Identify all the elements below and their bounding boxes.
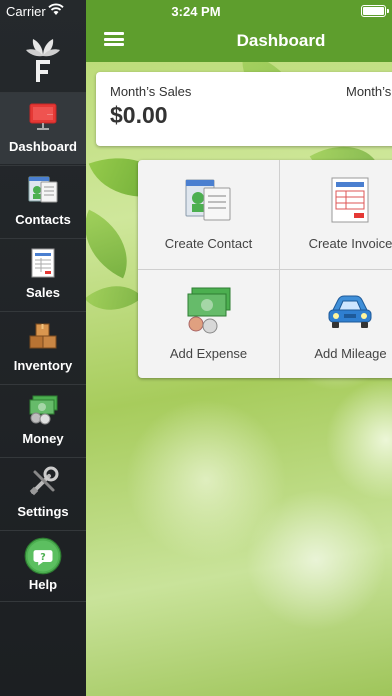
- main-content: Dashboard Month’s Sales $0.00 Month’s Cr…: [86, 0, 392, 696]
- months-sales-value: $0.00: [110, 102, 168, 128]
- settings-icon: [29, 466, 59, 496]
- add-mileage-icon: [328, 295, 372, 328]
- status-bar: Carrier 3:24 PM: [0, 0, 392, 22]
- svg-text:?: ?: [40, 552, 46, 563]
- sales-summary-card: Month’s Sales $0.00 Month’s: [96, 72, 392, 146]
- quick-actions-grid: Create Contact Create Invoice Add Expens…: [138, 160, 392, 378]
- tile-label: Create Invoice: [308, 236, 392, 251]
- sidebar-item-label: Dashboard: [9, 139, 77, 154]
- sidebar-item-contacts[interactable]: Contacts: [0, 165, 86, 237]
- months-second-label: Month’s: [346, 84, 392, 99]
- leaf-decoration: [86, 209, 144, 279]
- leaf-decoration: [86, 269, 143, 327]
- sidebar: … Dashboard Contacts Sales Inventory Mon…: [0, 0, 86, 696]
- sidebar-item-label: Sales: [26, 285, 60, 300]
- tile-label: Create Contact: [164, 236, 253, 251]
- tile-label: Add Expense: [169, 346, 248, 361]
- create-contact-icon: [185, 179, 231, 221]
- sidebar-item-inventory[interactable]: Inventory: [0, 311, 86, 383]
- sales-icon: [31, 248, 55, 278]
- inventory-icon: [29, 323, 57, 349]
- money-icon: [29, 395, 58, 425]
- sidebar-item-sales[interactable]: Sales: [0, 238, 86, 310]
- add-mileage-button[interactable]: Add Mileage: [280, 270, 392, 379]
- sidebar-item-label: Settings: [17, 504, 69, 519]
- app-logo-icon: [26, 39, 60, 82]
- contacts-icon: [28, 176, 58, 203]
- sidebar-item-dashboard[interactable]: … Dashboard: [0, 92, 86, 164]
- sidebar-item-money[interactable]: Money: [0, 384, 86, 456]
- create-contact-button[interactable]: Create Contact: [138, 160, 279, 269]
- sidebar-item-label: Inventory: [13, 358, 73, 373]
- clock: 3:24 PM: [171, 4, 221, 19]
- tile-label: Add Mileage: [314, 346, 387, 361]
- add-expense-button[interactable]: Add Expense: [138, 270, 279, 379]
- sidebar-item-label: Contacts: [15, 212, 71, 227]
- sidebar-item-help[interactable]: ? Help: [0, 530, 86, 602]
- help-icon: ?: [24, 537, 62, 575]
- create-invoice-button[interactable]: Create Invoice: [280, 160, 392, 269]
- battery-icon: [361, 5, 389, 17]
- menu-icon[interactable]: [104, 32, 124, 46]
- sidebar-item-label: Help: [28, 577, 58, 592]
- page-title: Dashboard: [236, 31, 326, 50]
- dashboard-icon: …: [29, 103, 57, 130]
- add-expense-icon: [187, 287, 231, 334]
- months-sales-label: Month’s Sales: [110, 84, 192, 99]
- sidebar-item-label: Money: [22, 431, 64, 446]
- sidebar-item-settings[interactable]: Settings: [0, 457, 86, 529]
- svg-text:…: …: [47, 110, 53, 117]
- create-invoice-icon: [331, 177, 369, 223]
